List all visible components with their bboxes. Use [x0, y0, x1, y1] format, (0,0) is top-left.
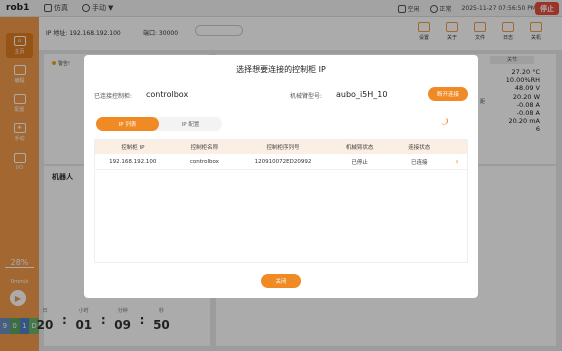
- column-header: 连接状态: [408, 145, 431, 151]
- tab-ip-config[interactable]: IP 配置: [159, 117, 222, 131]
- cell-serial: 120910072ED20992: [254, 158, 312, 165]
- arm-model-value: aubo_i5H_10: [336, 90, 388, 99]
- dialog-title: 选择想要连接的控制柜 IP: [236, 65, 326, 74]
- disconnect-button[interactable]: 断开连接: [428, 87, 468, 101]
- controller-ip-dialog: 选择想要连接的控制柜 IP 已连接控制柜: controlbox 机械臂型号: …: [84, 55, 478, 298]
- column-header: 控制柜 IP: [121, 145, 145, 151]
- chevron-right-icon[interactable]: ›: [447, 157, 467, 166]
- column-header: 机械臂状态: [345, 145, 374, 151]
- cell-arm-status: 已停止: [351, 159, 368, 166]
- connected-controller-label: 已连接控制柜:: [94, 93, 133, 100]
- arm-model-label: 机械臂型号:: [290, 93, 323, 100]
- table-header: 控制柜 IP 控制柜名称 控制柜序列号 机械臂状态 连接状态: [95, 140, 467, 154]
- controller-table: 控制柜 IP 控制柜名称 控制柜序列号 机械臂状态 连接状态 192.168.1…: [94, 139, 468, 263]
- table-row[interactable]: 192.168.192.100 controlbox 120910072ED20…: [95, 154, 467, 170]
- column-header: 控制柜名称: [190, 145, 219, 151]
- ip-tabs: IP 列表 IP 配置: [96, 117, 222, 131]
- column-header: 控制柜序列号: [266, 145, 300, 151]
- loading-spinner-icon: [440, 117, 448, 125]
- cell-name: controlbox: [189, 158, 219, 165]
- tab-ip-list[interactable]: IP 列表: [96, 117, 159, 131]
- cell-conn-status: 已连接: [411, 159, 428, 166]
- close-button[interactable]: 关闭: [261, 274, 301, 288]
- cell-ip: 192.168.192.100: [109, 158, 157, 165]
- connected-controller-value: controlbox: [146, 90, 189, 99]
